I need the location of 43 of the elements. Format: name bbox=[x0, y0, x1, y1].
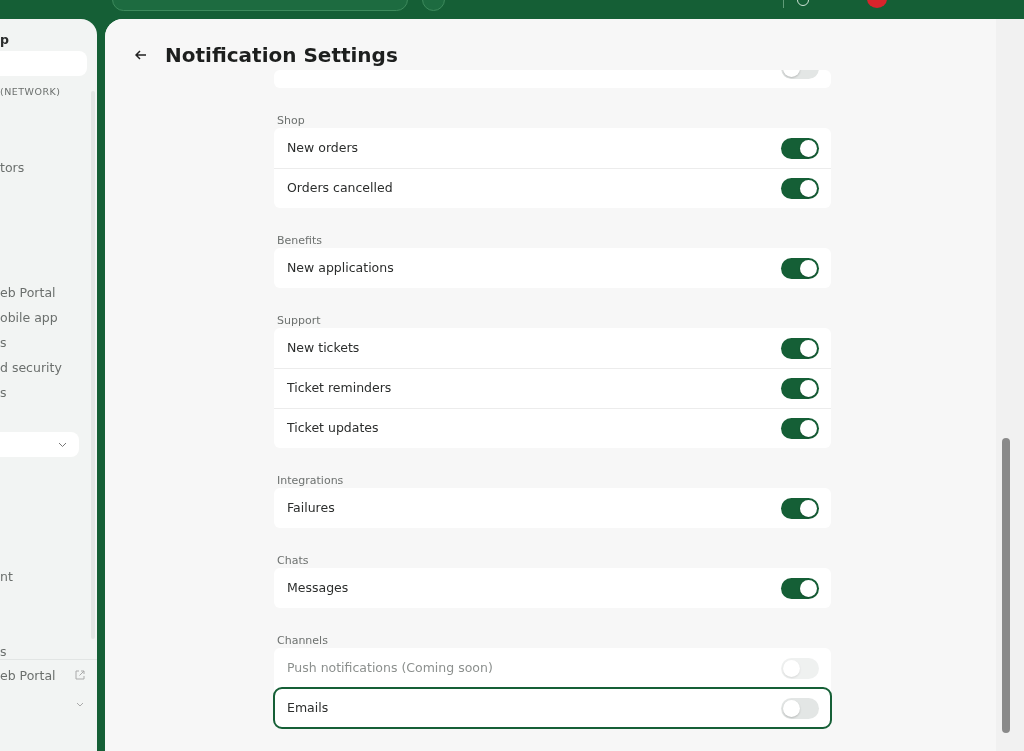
external-link-icon bbox=[75, 670, 85, 680]
section-label: Shop bbox=[277, 114, 306, 128]
sidebar-item[interactable]: tors bbox=[0, 159, 25, 178]
back-arrow-icon[interactable] bbox=[135, 49, 147, 60]
sidebar-item[interactable]: obile app bbox=[0, 309, 58, 328]
toggle-switch[interactable] bbox=[781, 257, 819, 279]
setting-label: Ticket reminders bbox=[287, 379, 392, 398]
section-label: Integrations bbox=[277, 474, 345, 488]
sidebar-item[interactable]: s bbox=[0, 334, 7, 353]
sidebar-item[interactable]: d security bbox=[0, 359, 62, 378]
scrollbar-thumb[interactable] bbox=[1002, 438, 1010, 733]
section-label: Benefits bbox=[277, 234, 324, 248]
chevron-down-icon[interactable] bbox=[76, 702, 84, 707]
chevron-down-icon bbox=[58, 442, 67, 448]
toggle-switch[interactable] bbox=[781, 698, 819, 719]
toggle-switch[interactable] bbox=[781, 418, 819, 439]
setting-label: New tickets bbox=[287, 338, 360, 357]
sidebar-item[interactable]: eb Portal bbox=[0, 284, 56, 303]
setting-label: Messages bbox=[287, 578, 349, 597]
setting-label: New orders bbox=[287, 138, 359, 157]
toggle-switch[interactable] bbox=[781, 178, 819, 199]
setting-label: New applications bbox=[287, 258, 394, 277]
toggle-switch[interactable] bbox=[781, 137, 819, 159]
section-label: Support bbox=[277, 314, 322, 328]
sidebar-item[interactable]: s bbox=[0, 384, 7, 403]
sidebar-heading: p bbox=[0, 31, 9, 49]
toggle-switch[interactable] bbox=[781, 497, 819, 519]
setting-label: Emails bbox=[287, 699, 329, 718]
setting-label: Orders cancelled bbox=[287, 179, 393, 198]
toggle-switch[interactable] bbox=[781, 70, 819, 79]
setting-label: Failures bbox=[287, 498, 335, 517]
toggle-switch[interactable] bbox=[781, 337, 819, 359]
section-label: Channels bbox=[277, 634, 329, 648]
toggle-switch[interactable] bbox=[781, 577, 819, 599]
page-title: Notification Settings bbox=[165, 42, 398, 67]
section-label: (NETWORK) bbox=[0, 85, 61, 99]
setting-label: Ticket updates bbox=[287, 419, 379, 438]
sidebar-link[interactable]: eb Portal bbox=[0, 668, 56, 683]
setting-label: Push notifications (Coming soon) bbox=[287, 658, 493, 677]
sidebar-item[interactable]: s bbox=[0, 643, 7, 662]
sidebar-item[interactable]: nt bbox=[0, 568, 13, 587]
toggle-switch[interactable] bbox=[781, 378, 819, 399]
section-label: Chats bbox=[277, 554, 310, 568]
